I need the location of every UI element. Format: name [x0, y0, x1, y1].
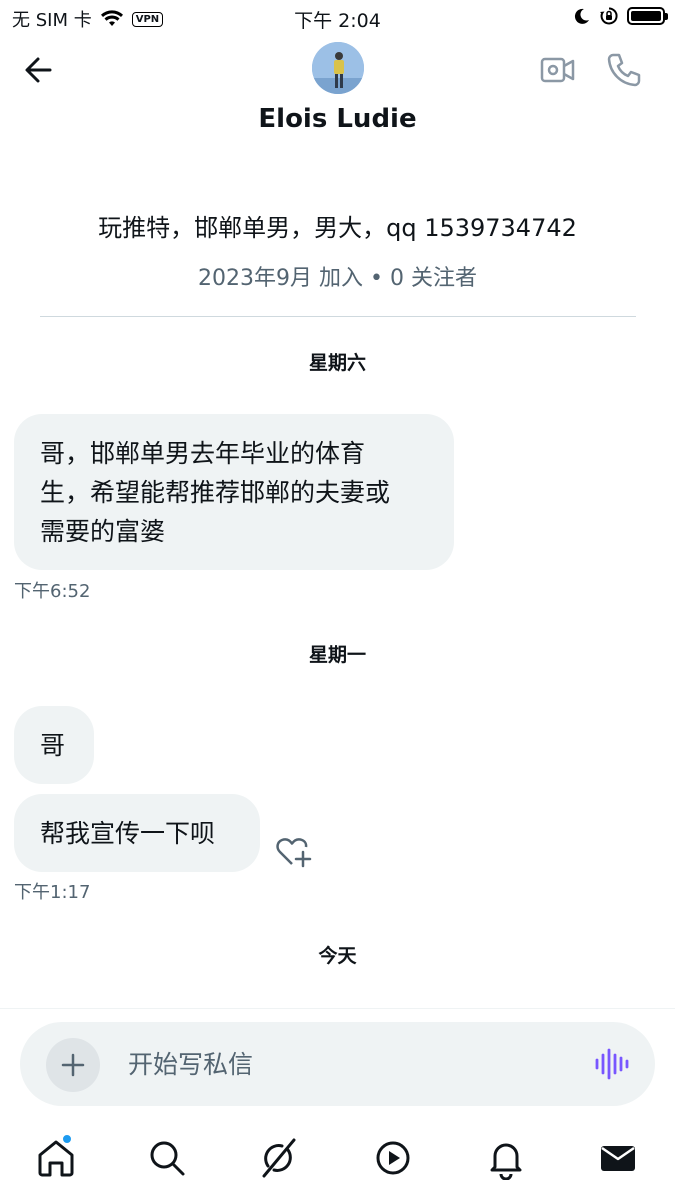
message-line: 生，希望能帮推荐邯郸的夫妻或 [40, 478, 391, 507]
tab-video[interactable] [371, 1136, 415, 1180]
video-call-icon [540, 57, 575, 83]
video-call-button[interactable] [538, 50, 578, 90]
phone-call-icon [607, 53, 641, 87]
voice-message-icon [595, 1048, 629, 1080]
notification-dot [62, 1134, 72, 1144]
day-separator: 星期六 [308, 352, 366, 374]
status-bar-right [573, 6, 668, 26]
tab-messages[interactable] [596, 1136, 640, 1180]
add-reaction-button[interactable] [274, 834, 314, 870]
status-bar: 无 SIM 卡 VPN 下午 2:04 [0, 0, 675, 34]
message-line: 哥，邯郸单男去年毕业的体育 [40, 439, 366, 468]
conversation-header: Elois Ludie [0, 34, 675, 144]
message-input[interactable] [128, 1042, 558, 1086]
add-media-button[interactable] [46, 1038, 100, 1092]
phone-call-button[interactable] [604, 50, 644, 90]
back-arrow-icon [25, 57, 52, 83]
message-bubble[interactable]: 哥 [14, 706, 94, 784]
mail-icon [601, 1146, 635, 1171]
profile-bio: 玩推特，邯郸单男，男大，qq 1539734742 [98, 214, 577, 242]
tab-notifications[interactable] [484, 1136, 528, 1181]
avatar-photo [312, 42, 364, 94]
video-play-icon [376, 1141, 410, 1175]
battery-level [631, 11, 661, 21]
moon-icon [574, 8, 589, 24]
bottom-tab-bar [0, 1124, 675, 1200]
message-composer [20, 1022, 655, 1106]
profile-meta: 2023年9月 加入 • 0 关注者 [198, 266, 477, 291]
bell-icon [490, 1143, 522, 1181]
message-line: 帮我宣传一下呗 [40, 819, 216, 848]
search-icon [150, 1141, 185, 1176]
day-separator: 今天 [318, 945, 357, 967]
message-line: 需要的富婆 [40, 517, 166, 546]
battery-icon [627, 7, 668, 25]
grok-icon [262, 1138, 296, 1178]
message-timestamp: 下午1:17 [14, 882, 91, 903]
tab-grok[interactable] [256, 1136, 300, 1180]
divider [40, 316, 636, 317]
message-bubble[interactable]: 帮我宣传一下呗 [14, 794, 260, 872]
tab-home[interactable] [34, 1134, 78, 1180]
message-bubble[interactable]: 哥，邯郸单男去年毕业的体育 生，希望能帮推荐邯郸的夫妻或 需要的富婆 [14, 414, 454, 570]
rotation-lock-icon [600, 7, 618, 25]
contact-name[interactable]: Elois Ludie [0, 104, 675, 134]
add-reaction-icon [276, 838, 312, 868]
day-separator: 星期一 [308, 644, 366, 666]
home-icon [38, 1140, 74, 1177]
avatar[interactable] [312, 42, 364, 94]
message-timestamp: 下午6:52 [14, 581, 91, 602]
tab-search[interactable] [145, 1136, 189, 1180]
plus-icon [61, 1053, 85, 1077]
message-line: 哥 [40, 731, 66, 760]
composer-divider [0, 1008, 675, 1009]
back-button[interactable] [20, 52, 60, 88]
voice-message-button[interactable] [592, 1044, 630, 1084]
